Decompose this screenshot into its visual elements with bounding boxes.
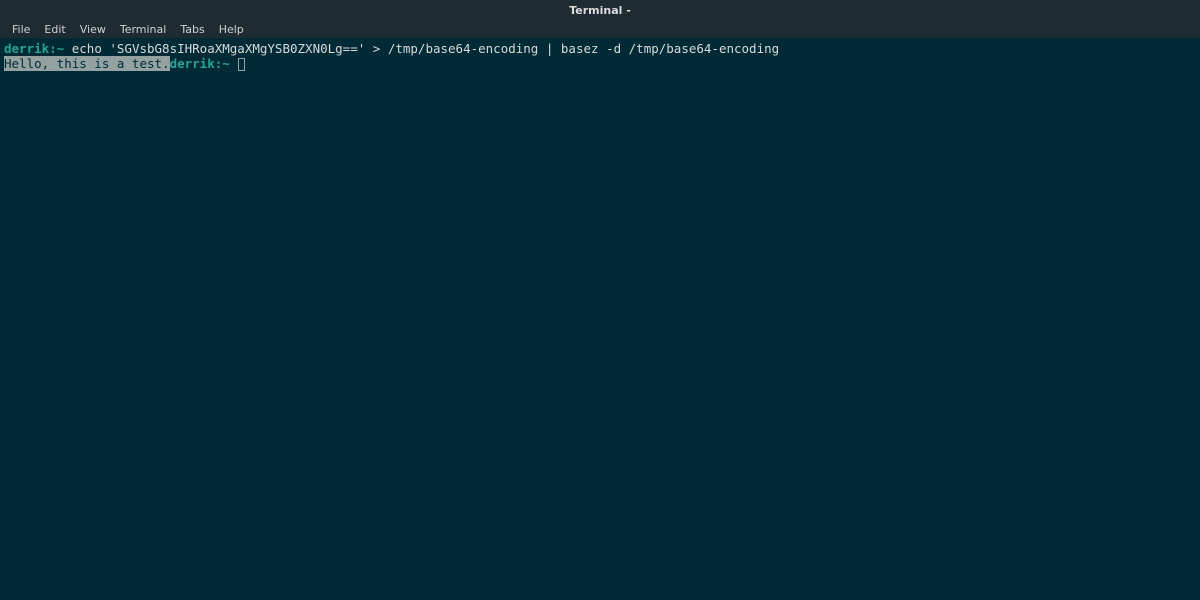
output-highlighted: Hello, this is a test. <box>4 56 170 71</box>
prompt-line1: derrik:~ <box>4 41 64 56</box>
menubar: File Edit View Terminal Tabs Help <box>0 20 1200 38</box>
menu-tabs[interactable]: Tabs <box>173 21 211 38</box>
window-titlebar: Terminal - <box>0 0 1200 20</box>
window-title: Terminal - <box>569 4 631 17</box>
menu-terminal[interactable]: Terminal <box>113 21 174 38</box>
menu-edit[interactable]: Edit <box>37 21 72 38</box>
menu-file[interactable]: File <box>5 21 37 38</box>
menu-view[interactable]: View <box>73 21 113 38</box>
terminal-cursor <box>238 58 245 71</box>
menu-help[interactable]: Help <box>212 21 251 38</box>
terminal-viewport[interactable]: derrik:~ echo 'SGVsbG8sIHRoaXMgaXMgYSB0Z… <box>0 38 1200 600</box>
command-line1: echo 'SGVsbG8sIHRoaXMgaXMgYSB0ZXN0Lg==' … <box>64 41 779 56</box>
command-line2 <box>230 56 238 71</box>
prompt-line2: derrik:~ <box>170 56 230 71</box>
